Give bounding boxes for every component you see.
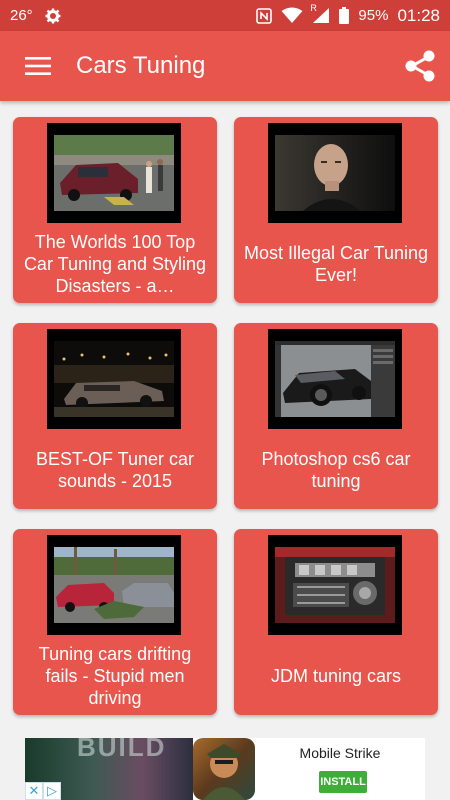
video-thumbnail [47,329,181,429]
install-button[interactable]: INSTALL [319,771,367,793]
share-button[interactable] [402,48,438,84]
video-card[interactable]: Most Illegal Car Tuning Ever! [234,117,438,303]
bald-man-portrait-image [275,135,395,211]
ad-banner-text: BUILD [77,738,167,762]
battery-icon [339,7,350,24]
share-icon [405,50,435,82]
status-bar: 26° R 95% 01:28 [0,0,450,31]
video-card[interactable]: Tuning cars drifting fails - Stupid men … [13,529,217,715]
hamburger-menu-icon [25,57,51,75]
nfc-icon [256,7,273,24]
app-bar: Cars Tuning [0,31,450,101]
video-thumbnail [47,535,181,635]
video-title: JDM tuning cars [270,666,402,686]
video-card[interactable]: BEST-OF Tuner car sounds - 2015 [13,323,217,509]
video-title: Tuning cars drifting fails - Stupid men … [38,644,192,708]
ad-choices[interactable]: ✕ ▷ [25,782,61,800]
wifi-icon [281,7,303,24]
video-card[interactable]: JDM tuning cars [234,529,438,715]
menu-button[interactable] [0,31,76,101]
roaming-indicator: R [310,3,317,13]
clock: 01:28 [397,5,440,25]
cars-street-fail-image [54,547,174,623]
ad-banner[interactable]: BUILD Mobile Strike INSTALL ✕ ▷ [25,738,425,800]
video-thumbnail [268,329,402,429]
video-thumbnail [268,123,402,223]
app-icon [193,738,255,800]
battery-percent: 95% [358,7,389,24]
car-at-night-show-image [54,341,174,417]
engine-bay-image [275,547,395,623]
photoshop-car-edit-image [275,341,395,417]
ad-app-name: Mobile Strike [299,745,381,761]
video-title: BEST-OF Tuner car sounds - 2015 [35,449,195,491]
video-title: The Worlds 100 Top Car Tuning and Stylin… [23,232,207,296]
ad-choices-icon[interactable]: ▷ [43,782,61,800]
video-card[interactable]: Photoshop cs6 car tuning [234,323,438,509]
video-card[interactable]: The Worlds 100 Top Car Tuning and Stylin… [13,117,217,303]
video-title: Photoshop cs6 car tuning [261,449,411,491]
ad-close-icon[interactable]: ✕ [25,782,43,800]
signal-icon: R [310,3,330,24]
page-title: Cars Tuning [76,52,206,79]
settings-gear-icon [45,8,61,24]
temperature-label: 26° [10,7,33,24]
crashed-car-parking-lot-image [54,135,174,211]
video-thumbnail [268,535,402,635]
video-title: Most Illegal Car Tuning Ever! [243,243,429,285]
video-thumbnail [47,123,181,223]
